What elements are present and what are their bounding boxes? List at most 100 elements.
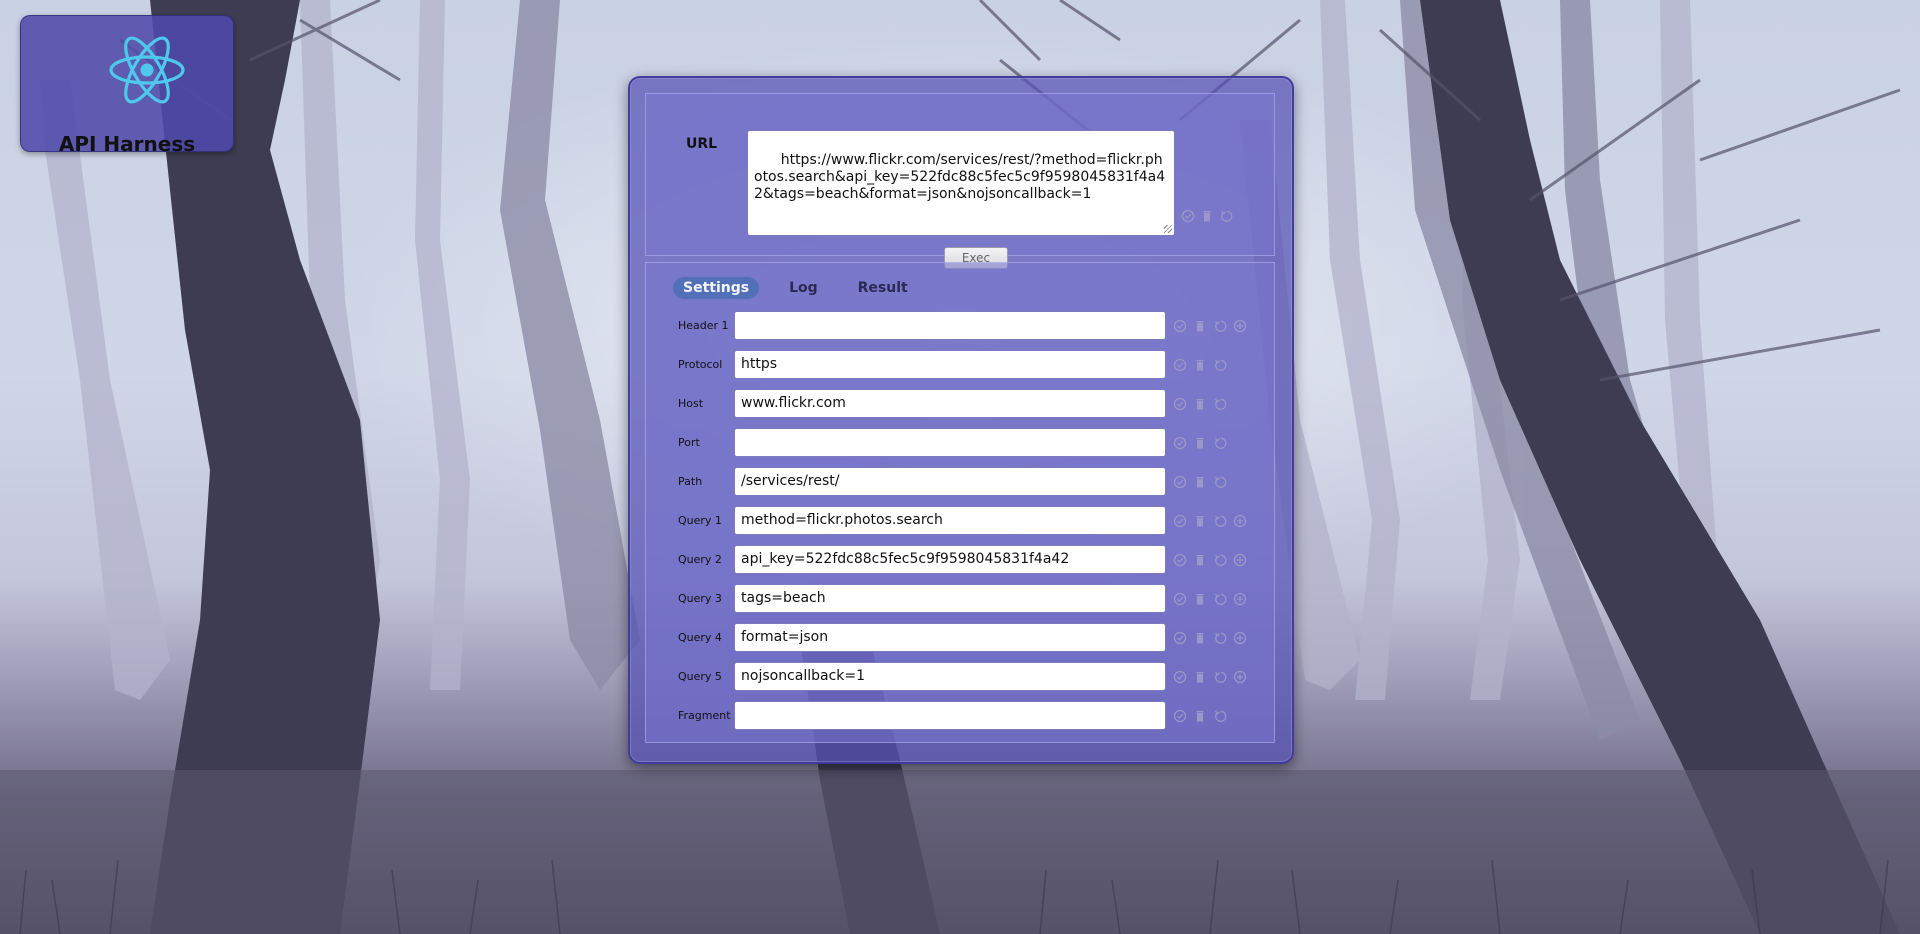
check-circle-icon[interactable] <box>1173 397 1187 411</box>
check-circle-icon[interactable] <box>1173 436 1187 450</box>
field-label: Query 1 <box>678 514 722 527</box>
field-label: Query 5 <box>678 670 722 683</box>
url-section: URL https://www.flickr.com/services/rest… <box>645 93 1275 269</box>
field-actions <box>1173 631 1247 645</box>
trash-icon[interactable] <box>1193 514 1207 528</box>
app-title: API Harness <box>58 132 196 156</box>
field-row-header-1: Header 1 <box>646 311 1274 340</box>
check-circle-icon[interactable] <box>1173 670 1187 684</box>
url-textarea[interactable]: https://www.flickr.com/services/rest/?me… <box>747 130 1175 236</box>
trash-icon[interactable] <box>1193 592 1207 606</box>
tab-result[interactable]: Result <box>848 277 918 299</box>
field-row-query-5: Query 5 nojsoncallback=1 <box>646 662 1274 691</box>
field-label: Fragment <box>678 709 731 722</box>
url-label: URL <box>686 136 718 152</box>
undo-icon[interactable] <box>1213 553 1227 567</box>
field-label: Port <box>678 436 700 449</box>
field-row-query-1: Query 1 method=flickr.photos.search <box>646 506 1274 535</box>
query-1-input[interactable]: method=flickr.photos.search <box>734 506 1166 535</box>
field-row-host: Host www.flickr.com <box>646 389 1274 418</box>
query-2-input[interactable]: api_key=522fdc88c5fec5c9f9598045831f4a42 <box>734 545 1166 574</box>
field-row-fragment: Fragment <box>646 701 1274 730</box>
host-input[interactable]: www.flickr.com <box>734 389 1166 418</box>
app-logo[interactable]: API Harness <box>20 15 234 156</box>
field-actions <box>1173 553 1247 567</box>
url-value: https://www.flickr.com/services/rest/?me… <box>754 152 1166 202</box>
undo-icon[interactable] <box>1213 670 1227 684</box>
plus-circle-icon[interactable] <box>1233 631 1247 645</box>
trash-icon[interactable] <box>1193 631 1207 645</box>
check-circle-icon[interactable] <box>1173 319 1187 333</box>
header-1-input[interactable] <box>734 311 1166 340</box>
field-actions <box>1173 670 1247 684</box>
query-3-input[interactable]: tags=beach <box>734 584 1166 613</box>
trash-icon[interactable] <box>1193 358 1207 372</box>
field-label: Protocol <box>678 358 723 371</box>
atom-icon <box>105 28 189 116</box>
field-row-port: Port <box>646 428 1274 457</box>
settings-section: Settings Log Result Header 1 Protocol http… <box>645 262 1275 743</box>
trash-icon[interactable] <box>1193 553 1207 567</box>
plus-circle-icon[interactable] <box>1233 553 1247 567</box>
check-circle-icon[interactable] <box>1173 592 1187 606</box>
plus-circle-icon[interactable] <box>1233 319 1247 333</box>
tab-bar: Settings Log Result <box>673 277 938 299</box>
plus-circle-icon[interactable] <box>1233 592 1247 606</box>
field-label: Header 1 <box>678 319 729 332</box>
undo-icon[interactable] <box>1213 397 1227 411</box>
field-row-path: Path/services/rest/ <box>646 467 1274 496</box>
field-label: Query 3 <box>678 592 722 605</box>
protocol-input[interactable]: https <box>734 350 1166 379</box>
undo-icon[interactable] <box>1213 592 1227 606</box>
port-input[interactable] <box>734 428 1166 457</box>
undo-icon[interactable] <box>1213 358 1227 372</box>
check-circle-icon[interactable] <box>1173 631 1187 645</box>
field-actions <box>1173 592 1247 606</box>
undo-icon[interactable] <box>1213 514 1227 528</box>
main-panel: URL https://www.flickr.com/services/rest… <box>628 76 1294 764</box>
trash-icon[interactable] <box>1193 709 1207 723</box>
url-actions <box>1181 209 1233 223</box>
check-circle-icon[interactable] <box>1173 358 1187 372</box>
tab-settings[interactable]: Settings <box>673 277 760 299</box>
field-actions <box>1173 358 1227 372</box>
field-actions <box>1173 397 1227 411</box>
field-label: Path <box>678 475 703 488</box>
trash-icon[interactable] <box>1200 209 1214 223</box>
undo-icon[interactable] <box>1213 436 1227 450</box>
trash-icon[interactable] <box>1193 670 1207 684</box>
field-label: Host <box>678 397 704 410</box>
resize-grip-icon[interactable] <box>1164 225 1172 233</box>
field-actions <box>1173 709 1227 723</box>
field-row-protocol: Protocol https <box>646 350 1274 379</box>
trash-icon[interactable] <box>1193 475 1207 489</box>
check-circle-icon[interactable] <box>1173 553 1187 567</box>
plus-circle-icon[interactable] <box>1233 514 1247 528</box>
trash-icon[interactable] <box>1193 436 1207 450</box>
undo-icon[interactable] <box>1213 475 1227 489</box>
field-row-query-3: Query 3 tags=beach <box>646 584 1274 613</box>
field-label: Query 2 <box>678 553 722 566</box>
tab-log[interactable]: Log <box>779 277 828 299</box>
path-input[interactable]: /services/rest/ <box>734 467 1166 496</box>
query-5-input[interactable]: nojsoncallback=1 <box>734 662 1166 691</box>
field-row-query-2: Query 2 api_key=522fdc88c5fec5c9f95980458… <box>646 545 1274 574</box>
check-circle-icon[interactable] <box>1173 709 1187 723</box>
query-4-input[interactable]: format=json <box>734 623 1166 652</box>
trash-icon[interactable] <box>1193 319 1207 333</box>
undo-icon[interactable] <box>1213 319 1227 333</box>
check-circle-icon[interactable] <box>1173 475 1187 489</box>
check-circle-icon[interactable] <box>1181 209 1195 223</box>
field-actions <box>1173 514 1247 528</box>
field-actions <box>1173 475 1227 489</box>
fragment-input[interactable] <box>734 701 1166 730</box>
undo-icon[interactable] <box>1219 209 1233 223</box>
undo-icon[interactable] <box>1213 631 1227 645</box>
field-label: Query 4 <box>678 631 722 644</box>
plus-circle-icon[interactable] <box>1233 670 1247 684</box>
undo-icon[interactable] <box>1213 709 1227 723</box>
field-row-query-4: Query 4 format=json <box>646 623 1274 652</box>
trash-icon[interactable] <box>1193 397 1207 411</box>
field-actions <box>1173 436 1227 450</box>
check-circle-icon[interactable] <box>1173 514 1187 528</box>
